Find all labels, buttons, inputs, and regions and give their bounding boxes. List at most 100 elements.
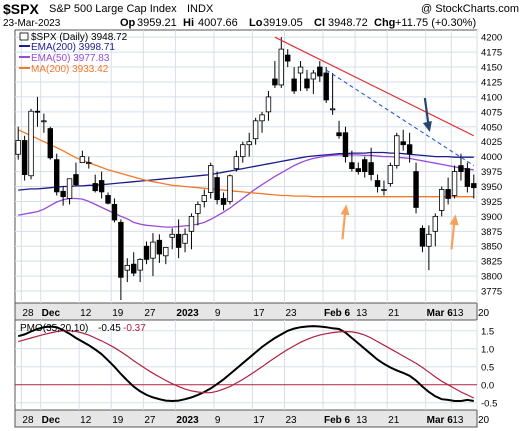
candle-body <box>150 241 156 259</box>
date-tick-label: 2023 <box>176 308 199 319</box>
candle-body <box>163 247 169 257</box>
date-tick-label: 23 <box>286 415 298 426</box>
date-tick-label: 19 <box>112 308 124 319</box>
candle-body <box>323 72 329 101</box>
candle-body <box>432 215 438 232</box>
candle-body <box>246 141 252 146</box>
candle-body <box>182 233 188 244</box>
candle-body <box>310 72 317 80</box>
candle-body <box>21 140 28 175</box>
pmo-tick-label: 1.0 <box>481 344 494 355</box>
candle-body <box>98 180 105 193</box>
date-tick-label: 28 <box>22 308 34 319</box>
high-label: Hi <box>183 17 194 29</box>
candle-body <box>60 190 66 198</box>
candle-body <box>34 110 41 113</box>
candle-body <box>426 233 432 247</box>
pmo-legend-value1: -0.45 <box>98 323 121 334</box>
candle-body <box>317 66 323 77</box>
symbol: $SPX <box>3 1 39 17</box>
candle-body <box>471 183 477 189</box>
price-tick-label: 4075 <box>481 107 502 118</box>
price-tick-label: 3875 <box>481 227 502 238</box>
candle-body <box>214 177 220 201</box>
candle-body <box>355 168 361 172</box>
price-tick-label: 3825 <box>481 257 502 268</box>
candle-body <box>131 263 137 274</box>
date-tick-label: 28 <box>22 415 34 426</box>
candle-body <box>28 110 34 177</box>
date-tick-label: 13 <box>356 308 368 319</box>
price-tick-label: 4150 <box>481 63 502 74</box>
candle-body <box>73 174 79 186</box>
candle-body <box>175 233 182 248</box>
price-tick-label: 3925 <box>481 197 502 208</box>
pmo-tick-label: 0.0 <box>481 380 494 391</box>
candle-body <box>41 120 47 123</box>
candle-body <box>272 78 278 86</box>
candle-body <box>362 159 368 172</box>
price-legend-swatch <box>19 32 29 41</box>
candle-body <box>15 140 21 155</box>
candle-body <box>240 144 246 158</box>
candle-body <box>86 162 92 165</box>
candle-body <box>47 128 53 159</box>
price-tick-label: 4050 <box>481 122 502 133</box>
high-value: 4007.66 <box>198 17 238 29</box>
candle-body <box>227 175 233 202</box>
candle-body <box>111 204 118 221</box>
pmo-y-axis: -0.5 0.0 0.5 1.0 1.5 <box>481 326 497 409</box>
low-value: 3919.05 <box>263 17 303 29</box>
date-tick-label: 20 <box>478 308 490 319</box>
price-tick-label: 3975 <box>481 167 502 178</box>
price-tick-label: 3850 <box>481 242 502 253</box>
date-tick-label: 23 <box>286 308 298 319</box>
candle-body <box>201 195 207 202</box>
change-label: Chg <box>374 17 395 29</box>
candle-body <box>419 227 426 247</box>
candle-body <box>259 114 265 122</box>
date-tick-label: 21 <box>388 415 400 426</box>
price-tick-label: 4175 <box>481 48 502 59</box>
candle-body <box>406 144 413 155</box>
candle-body <box>137 258 143 271</box>
date-tick-label: 12 <box>80 308 92 319</box>
date-tick-label: 20 <box>478 415 490 426</box>
date-tick-label: Feb 6 <box>324 308 351 319</box>
date-tick-label: Dec <box>42 415 61 426</box>
ema50-legend: EMA(50) 3977.83 <box>31 53 110 64</box>
candle-body <box>297 66 304 74</box>
pmo-legend-value2: -0.37 <box>123 323 146 334</box>
candle-body <box>458 165 464 172</box>
candle-body <box>124 264 130 271</box>
date-tick-label: 17 <box>253 308 265 319</box>
date-tick-label: 12 <box>80 415 92 426</box>
candle-body <box>368 162 374 175</box>
ema200-legend: EMA(200) 3998.71 <box>31 42 115 53</box>
date-tick-label: 2023 <box>176 415 199 426</box>
candle-body <box>252 120 259 140</box>
date-tick-label: Mar 6 <box>427 308 454 319</box>
price-tick-label: 4000 <box>481 152 502 163</box>
date-tick-label: 17 <box>253 415 265 426</box>
date-tick-label: Mar 6 <box>427 415 454 426</box>
open-label: Op <box>120 17 136 29</box>
candle-body <box>394 135 400 167</box>
candle-body <box>464 168 471 187</box>
close-value: 3948.72 <box>328 17 368 29</box>
date-tick-label: 21 <box>388 308 400 319</box>
security-name: S&P 500 Large Cap Index <box>49 3 177 15</box>
low-label: Lo <box>249 17 263 29</box>
candle-body <box>387 165 394 184</box>
price-tick-label: 4025 <box>481 137 502 148</box>
stock-chart-svg: $SPX S&P 500 Large Cap Index INDX @ Stoc… <box>3 1 519 428</box>
pmo-tick-label: 1.5 <box>481 326 494 337</box>
candle-body <box>439 189 445 211</box>
candle-body <box>156 239 163 255</box>
quote-date: 23-Mar-2023 <box>3 18 61 29</box>
candle-body <box>329 108 336 111</box>
date-tick-label: 13 <box>356 415 368 426</box>
open-value: 3959.21 <box>137 17 177 29</box>
date-tick-label: 19 <box>112 415 124 426</box>
price-y-axis: 3775 3800 3825 3850 3875 3900 3925 3950 3975 4000… <box>481 33 502 298</box>
